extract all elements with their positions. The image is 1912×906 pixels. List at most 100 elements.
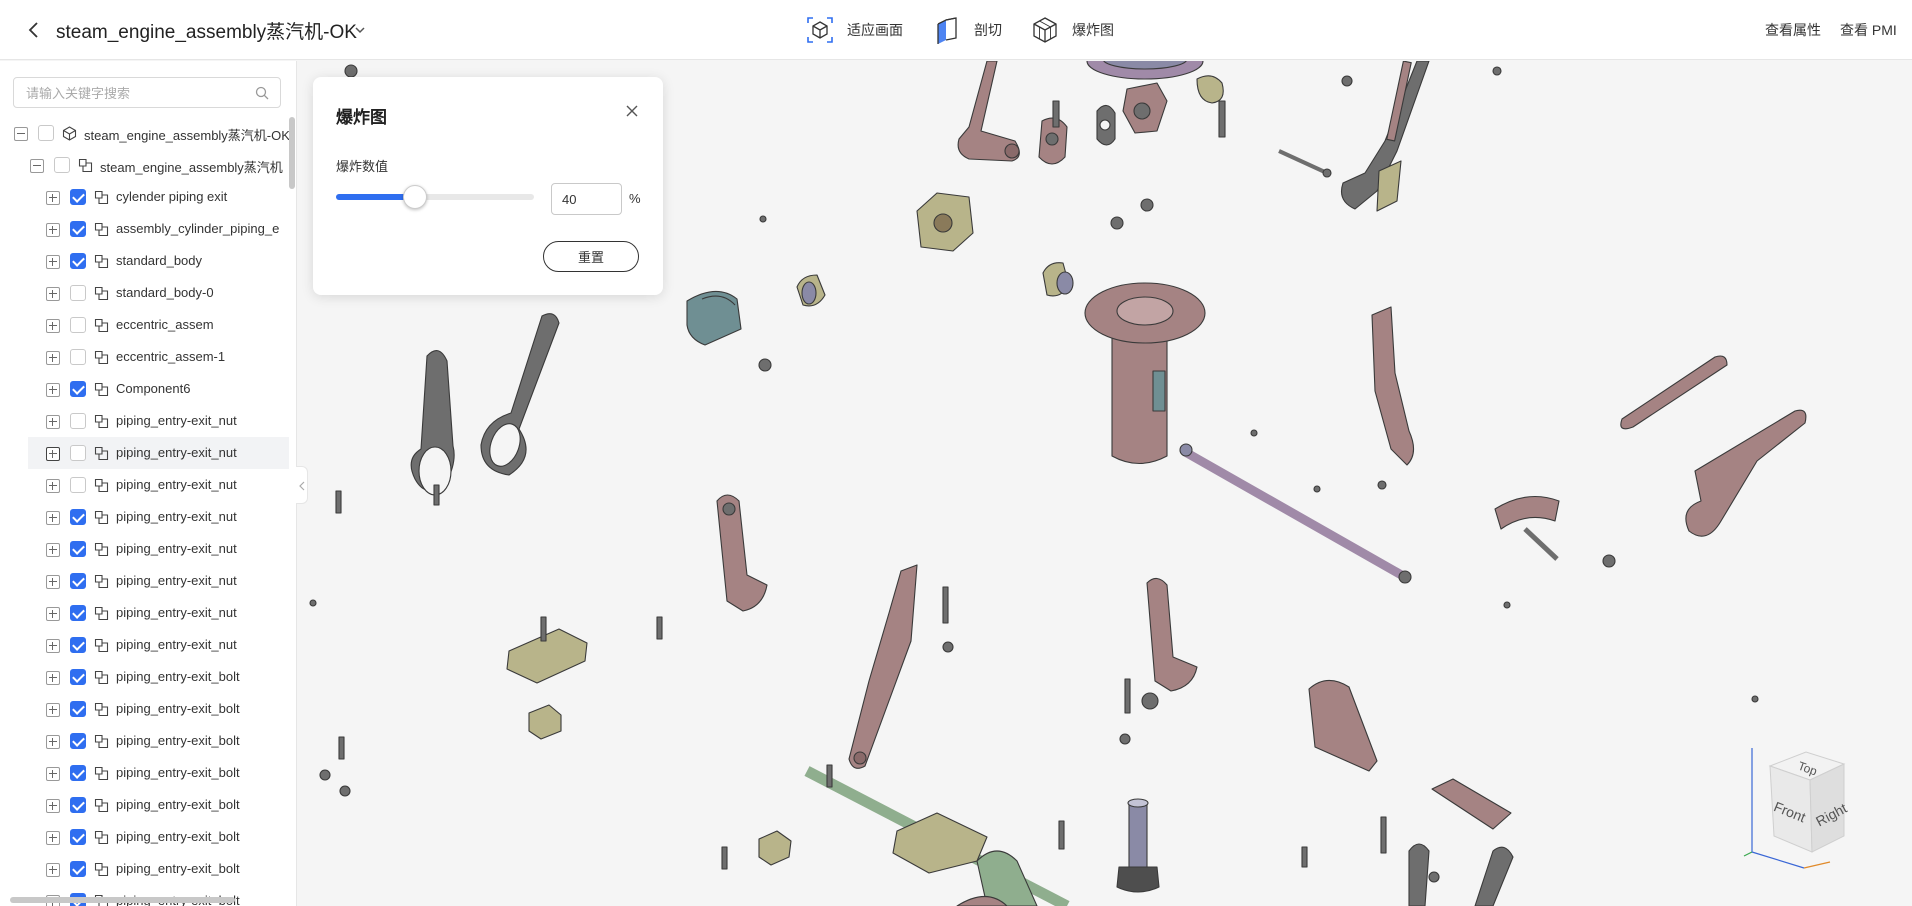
expand-node-icon[interactable] <box>46 671 60 685</box>
tree-row[interactable]: piping_entry-exit_bolt <box>0 789 289 821</box>
tree-row[interactable]: Component6 <box>0 373 289 405</box>
fit-view-button[interactable]: 适应画面 <box>805 14 903 46</box>
visibility-checkbox[interactable] <box>70 861 86 877</box>
expand-node-icon[interactable] <box>46 479 60 493</box>
explode-value-input[interactable] <box>551 183 622 215</box>
explode-view-button[interactable]: 爆炸图 <box>1030 14 1114 46</box>
expand-node-icon[interactable] <box>46 703 60 717</box>
chevron-down-icon[interactable] <box>352 22 368 38</box>
horizontal-scrollbar[interactable] <box>10 897 235 903</box>
visibility-checkbox[interactable] <box>70 413 86 429</box>
visibility-checkbox[interactable] <box>70 189 86 205</box>
tree-node-label: standard_body-0 <box>116 285 214 300</box>
expand-node-icon[interactable] <box>46 575 60 589</box>
visibility-checkbox[interactable] <box>70 573 86 589</box>
expand-node-icon[interactable] <box>46 191 60 205</box>
expand-node-icon[interactable] <box>46 447 60 461</box>
collapse-node-icon[interactable] <box>14 127 28 141</box>
visibility-checkbox[interactable] <box>70 445 86 461</box>
visibility-checkbox[interactable] <box>70 285 86 301</box>
expand-node-icon[interactable] <box>46 863 60 877</box>
expand-node-icon[interactable] <box>46 543 60 557</box>
tree-row[interactable]: piping_entry-exit_bolt <box>0 757 289 789</box>
visibility-checkbox[interactable] <box>70 349 86 365</box>
expand-node-icon[interactable] <box>46 607 60 621</box>
slider-thumb[interactable] <box>403 185 428 209</box>
explode-slider[interactable] <box>336 185 534 209</box>
visibility-checkbox[interactable] <box>70 317 86 333</box>
visibility-checkbox[interactable] <box>70 541 86 557</box>
expand-node-icon[interactable] <box>46 223 60 237</box>
tree-row[interactable]: standard_body <box>0 245 289 277</box>
app-root: steam_engine_assembly蒸汽机-OK 适应画面 剖切 爆炸图 … <box>0 0 1912 906</box>
visibility-checkbox[interactable] <box>70 701 86 717</box>
expand-node-icon[interactable] <box>46 351 60 365</box>
expand-node-icon[interactable] <box>46 767 60 781</box>
expand-node-icon[interactable] <box>46 511 60 525</box>
tree-node-label: piping_entry-exit_bolt <box>116 829 240 844</box>
visibility-checkbox[interactable] <box>70 765 86 781</box>
view-properties-link[interactable]: 查看属性 <box>1765 20 1821 40</box>
close-icon[interactable] <box>624 103 640 119</box>
arm-bottom-right-1 <box>1408 843 1430 906</box>
visibility-checkbox[interactable] <box>70 221 86 237</box>
view-pmi-link[interactable]: 查看 PMI <box>1840 20 1897 40</box>
tree-row[interactable]: piping_entry-exit_nut <box>0 405 289 437</box>
visibility-checkbox[interactable] <box>54 157 70 173</box>
visibility-checkbox[interactable] <box>70 669 86 685</box>
tree-row[interactable]: piping_entry-exit_bolt <box>0 693 289 725</box>
tree-row[interactable]: piping_entry-exit_bolt <box>0 821 289 853</box>
vertical-scrollbar[interactable] <box>289 117 295 189</box>
expand-node-icon[interactable] <box>46 383 60 397</box>
tree-row[interactable]: standard_body-0 <box>0 277 289 309</box>
document-title: steam_engine_assembly蒸汽机-OK <box>56 22 357 43</box>
tree-row[interactable]: piping_entry-exit_nut <box>0 629 289 661</box>
tree-row[interactable]: piping_entry-exit_nut <box>0 565 289 597</box>
tree-row[interactable]: eccentric_assem <box>0 309 289 341</box>
tree-row[interactable]: piping_entry-exit_bolt <box>0 661 289 693</box>
tree-row[interactable]: piping_entry-exit_nut <box>0 469 289 501</box>
tree-row[interactable]: assembly_cylinder_piping_e <box>0 213 289 245</box>
expand-node-icon[interactable] <box>46 255 60 269</box>
expand-node-icon[interactable] <box>46 319 60 333</box>
thin-rod-part <box>1278 149 1328 175</box>
tree-row[interactable]: piping_entry-exit_nut <box>0 501 289 533</box>
expand-node-icon[interactable] <box>46 639 60 653</box>
expand-node-icon[interactable] <box>46 287 60 301</box>
top-bar: steam_engine_assembly蒸汽机-OK 适应画面 剖切 爆炸图 … <box>0 0 1912 60</box>
tree-node-label: piping_entry-exit_nut <box>116 605 237 620</box>
collapse-sidebar-handle[interactable] <box>296 466 308 504</box>
visibility-checkbox[interactable] <box>70 509 86 525</box>
tree-row[interactable]: piping_entry-exit_bolt <box>0 853 289 885</box>
nut-part <box>1341 75 1353 87</box>
expand-node-icon[interactable] <box>46 415 60 429</box>
visibility-checkbox[interactable] <box>70 253 86 269</box>
visibility-checkbox[interactable] <box>70 733 86 749</box>
visibility-checkbox[interactable] <box>38 125 54 141</box>
expand-node-icon[interactable] <box>46 799 60 813</box>
search-icon[interactable] <box>255 86 269 100</box>
expand-node-icon[interactable] <box>46 735 60 749</box>
view-cube[interactable]: Top Front Right <box>1740 744 1870 874</box>
search-input[interactable] <box>26 84 246 102</box>
collapse-node-icon[interactable] <box>30 159 44 173</box>
tree-node-label: piping_entry-exit_nut <box>116 541 237 556</box>
tree-row[interactable]: piping_entry-exit_bolt <box>0 725 289 757</box>
tree-row[interactable]: piping_entry-exit_nut <box>0 533 289 565</box>
tree-row[interactable]: eccentric_assem-1 <box>0 341 289 373</box>
visibility-checkbox[interactable] <box>70 829 86 845</box>
back-arrow-icon[interactable] <box>22 18 46 42</box>
tree-row[interactable]: piping_entry-exit_nut <box>0 597 289 629</box>
tree-row[interactable]: steam_engine_assembly蒸汽机-OK <box>0 117 290 149</box>
tree-row[interactable]: piping_entry-exit_nut <box>28 437 289 469</box>
visibility-checkbox[interactable] <box>70 797 86 813</box>
section-button[interactable]: 剖切 <box>932 14 1002 46</box>
reset-button[interactable]: 重置 <box>543 241 639 272</box>
visibility-checkbox[interactable] <box>70 637 86 653</box>
visibility-checkbox[interactable] <box>70 381 86 397</box>
visibility-checkbox[interactable] <box>70 477 86 493</box>
tree-row[interactable]: cylender piping exit <box>0 181 289 213</box>
expand-node-icon[interactable] <box>46 831 60 845</box>
tree-row[interactable]: steam_engine_assembly蒸汽机 <box>0 149 289 181</box>
visibility-checkbox[interactable] <box>70 605 86 621</box>
